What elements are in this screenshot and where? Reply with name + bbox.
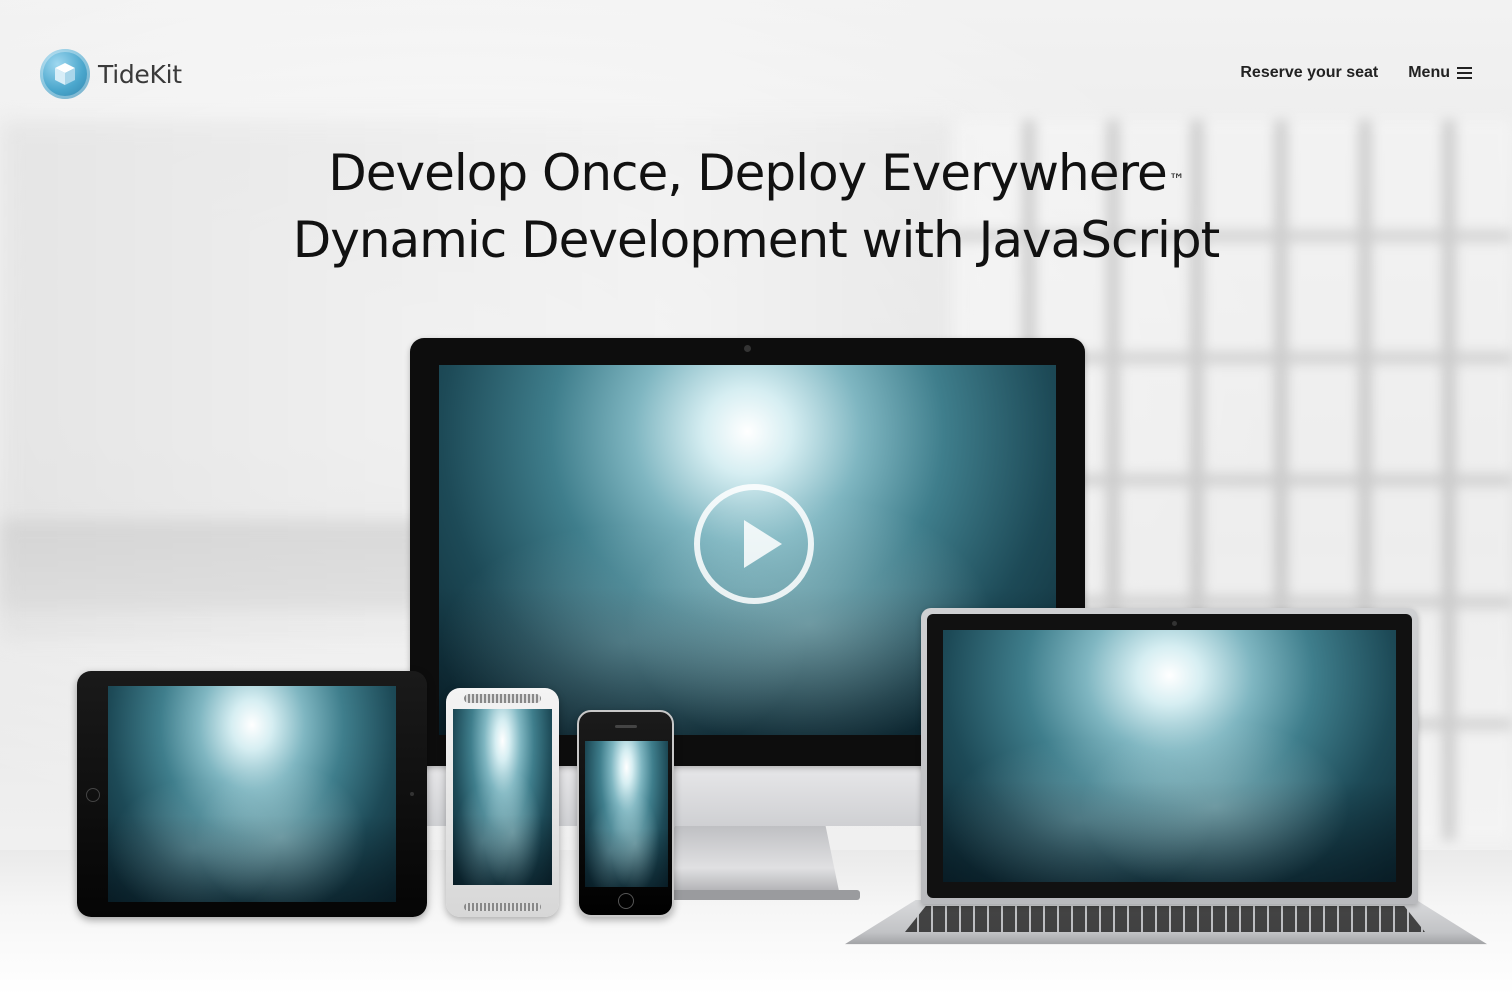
top-nav: Reserve your seat Menu [1240,64,1472,82]
phone-bottom-grille [464,903,541,911]
logo-text: TideKit [98,59,182,89]
android-phone [446,688,559,917]
tablet-home-button [86,788,100,802]
trademark-symbol: ™ [1168,170,1185,189]
laptop-screen-image [943,630,1396,882]
logo-cube-icon [40,49,90,99]
tablet [77,671,427,917]
phone-speaker-grille [464,694,541,703]
iphone [577,710,674,917]
hero-headline: Develop Once, Deploy Everywhere ™ Dynamic… [0,140,1512,274]
monitor-stand [660,826,840,896]
iphone-home-button [618,893,634,909]
menu-button[interactable]: Menu [1408,64,1472,82]
headline-line-2: Dynamic Development with JavaScript [292,211,1221,269]
play-icon [744,520,782,568]
laptop-keyboard [905,906,1425,932]
hamburger-icon [1457,67,1472,79]
iphone-speaker [615,725,637,728]
laptop [921,608,1418,904]
headline-line-1: Develop Once, Deploy Everywhere ™ [328,144,1185,202]
camera-icon [744,345,751,352]
menu-label: Menu [1408,64,1450,81]
play-video-button[interactable] [694,484,814,604]
logo[interactable]: TideKit [40,49,182,99]
laptop-camera [1172,621,1177,626]
laptop-bezel [927,614,1412,898]
tablet-camera [410,792,414,796]
iphone-screen-image [585,741,668,887]
reserve-seat-link[interactable]: Reserve your seat [1240,64,1378,82]
tablet-screen-image [108,686,396,902]
android-screen-image [453,709,552,885]
landing-page: TideKit Reserve your seat Menu Develop O… [0,0,1512,996]
